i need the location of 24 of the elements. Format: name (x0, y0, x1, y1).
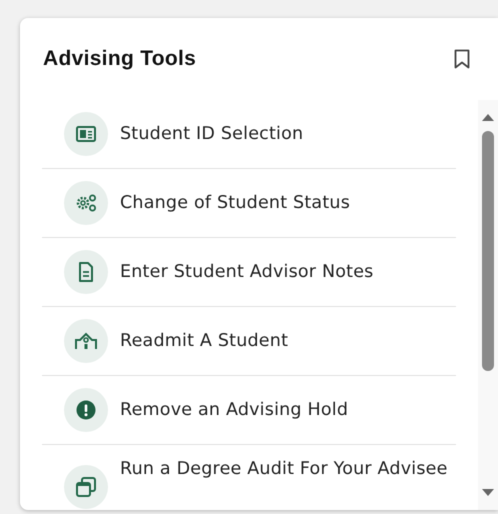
panel-title: Advising Tools (43, 47, 196, 71)
tool-item[interactable]: Readmit A Student (42, 307, 456, 376)
tool-label: Run a Degree Audit For Your Advisee (120, 458, 448, 481)
windows-icon (76, 477, 96, 497)
tool-label: Readmit A Student (120, 330, 288, 352)
scrollbar-thumb[interactable] (482, 131, 494, 371)
document-icon (78, 262, 94, 282)
tool-label: Student ID Selection (120, 122, 304, 146)
tool-item[interactable]: Enter Student Advisor Notes (42, 238, 456, 307)
tool-label: Change of Student Status (120, 192, 350, 214)
id-card-icon (76, 126, 96, 142)
scroll-down-icon[interactable] (482, 489, 494, 496)
tool-label: Enter Student Advisor Notes (120, 260, 374, 284)
tool-item[interactable]: Run a Degree Audit For Your Advisee (42, 445, 456, 510)
tool-item[interactable]: Student ID Selection (42, 100, 456, 169)
tool-item[interactable]: Remove an Advising Hold (42, 376, 456, 445)
alert-icon (76, 400, 96, 420)
tool-item[interactable]: Change of Student Status (42, 169, 456, 238)
scroll-up-icon[interactable] (482, 114, 494, 121)
gears-icon (75, 194, 97, 212)
bookmark-icon[interactable] (454, 49, 470, 69)
tool-label: Remove an Advising Hold (120, 398, 348, 422)
building-icon (75, 332, 97, 350)
scrollbar[interactable] (478, 100, 498, 510)
